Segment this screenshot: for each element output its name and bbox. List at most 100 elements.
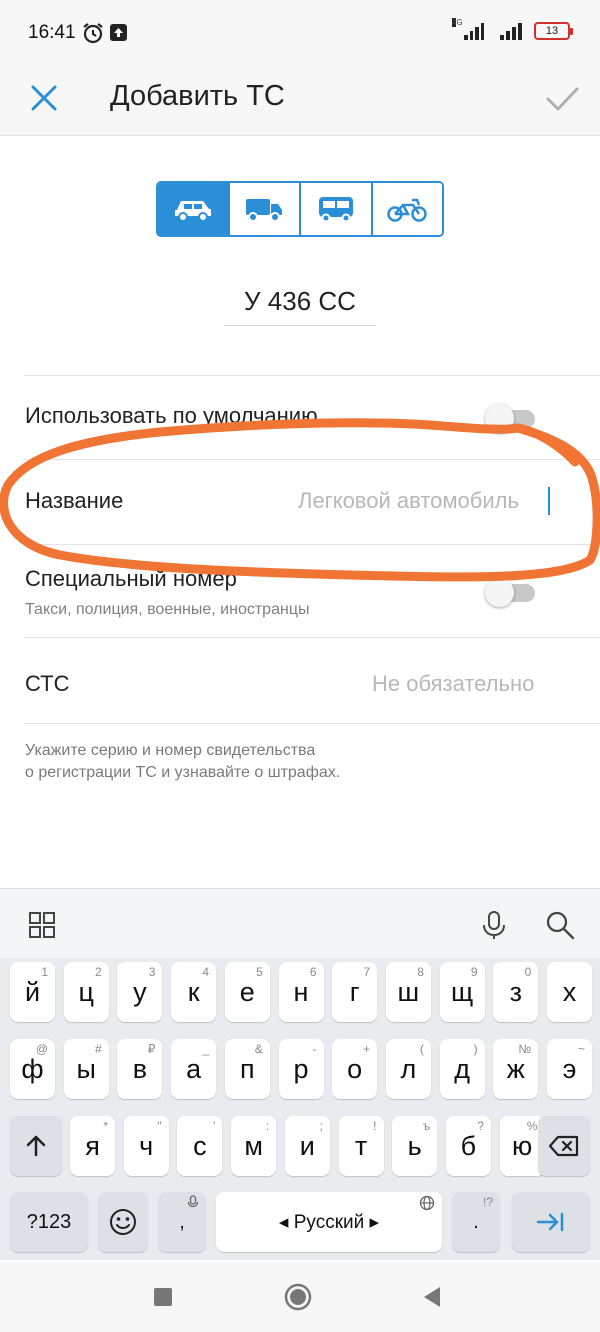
key-х[interactable]: х <box>547 962 592 1022</box>
vehicle-type-selector <box>156 181 444 237</box>
period-key-label: . <box>473 1210 479 1233</box>
home-circle-icon <box>284 1283 312 1311</box>
key-г[interactable]: г7 <box>332 962 378 1022</box>
key-е[interactable]: е5 <box>224 962 270 1022</box>
key-о-label: о <box>347 1053 363 1084</box>
key-а-hint: _ <box>202 1042 210 1056</box>
check-icon <box>546 87 579 111</box>
status-bar: 16:41 4G 13 <box>0 0 600 62</box>
emoji-key[interactable] <box>98 1192 148 1252</box>
key-л[interactable]: л( <box>385 1039 431 1099</box>
sts-input[interactable]: Не обязательно <box>372 671 534 697</box>
page-title: Добавить ТС <box>110 80 285 112</box>
shift-key[interactable] <box>10 1116 62 1176</box>
key-н[interactable]: н6 <box>278 962 324 1022</box>
key-ь[interactable]: ьъ <box>392 1116 438 1176</box>
back-button[interactable] <box>418 1282 448 1312</box>
keyboard: й 1 ц 2 у 3 к 4 е 5 н 6 г 7 ш 8 щ 9 з 0 х ф @ ы # в ₽ а _ п & р - о + л(д) ж… <box>0 888 600 1260</box>
key-о[interactable]: о + <box>332 1039 378 1099</box>
apps-grid-icon <box>29 912 55 938</box>
key-ю-label: ю <box>511 1130 533 1161</box>
key-м-hint: : <box>265 1119 270 1133</box>
vehicle-type-truck[interactable] <box>227 183 299 235</box>
period-key[interactable]: .!? <box>452 1192 500 1252</box>
home-button[interactable] <box>283 1282 313 1312</box>
plate-number-input[interactable]: У 436 СС <box>224 286 376 326</box>
status-indicators: 4G 13 <box>452 18 573 40</box>
key-з[interactable]: з0 <box>493 962 539 1022</box>
key-а[interactable]: а _ <box>171 1039 217 1099</box>
key-о-hint: + <box>363 1042 371 1056</box>
vehicle-type-motorcycle[interactable] <box>370 183 442 235</box>
recents-button[interactable] <box>148 1282 178 1312</box>
sts-hint-line1: Укажите серию и номер свидетельства <box>25 742 316 759</box>
key-ы-hint: # <box>95 1042 102 1056</box>
key-я[interactable]: я * <box>70 1116 115 1176</box>
annotation-circle <box>0 418 600 582</box>
key-п[interactable]: п & <box>224 1039 270 1099</box>
voice-input-button[interactable] <box>476 907 512 943</box>
key-ф-label: ф <box>21 1053 44 1084</box>
emoji-icon <box>110 1209 136 1235</box>
key-л-label: л <box>400 1053 417 1084</box>
key-ч[interactable]: ч " <box>123 1116 169 1176</box>
key-т[interactable]: т! <box>338 1116 384 1176</box>
key-в[interactable]: в ₽ <box>117 1039 163 1099</box>
key-р-label: р <box>293 1053 309 1084</box>
key-ш-label: ш <box>397 976 420 1007</box>
shift-icon <box>26 1135 46 1157</box>
vehicle-type-car[interactable] <box>158 183 228 235</box>
keyboard-search-button[interactable] <box>542 907 578 943</box>
navigation-bar <box>0 1262 600 1332</box>
vehicle-type-bus[interactable] <box>299 183 371 235</box>
keyboard-toolbar <box>0 888 600 958</box>
search-icon <box>546 911 575 940</box>
key-й[interactable]: й1 <box>10 962 55 1022</box>
key-щ[interactable]: щ9 <box>439 962 485 1022</box>
back-triangle-icon <box>424 1287 440 1307</box>
space-key[interactable]: ◂ Русский ▸ <box>216 1192 442 1252</box>
key-ш[interactable]: ш8 <box>385 962 431 1022</box>
key-с[interactable]: с ' <box>177 1116 223 1176</box>
key-ы[interactable]: ы # <box>63 1039 109 1099</box>
special-number-subtitle: Такси, полиция, военные, иностранцы <box>25 601 310 618</box>
key-с-hint: ' <box>213 1119 216 1133</box>
status-time: 16:41 <box>28 22 76 43</box>
key-и[interactable]: и; <box>284 1116 330 1176</box>
key-э[interactable]: э ~ <box>547 1039 592 1099</box>
confirm-button[interactable] <box>540 78 584 118</box>
key-р[interactable]: р- <box>278 1039 324 1099</box>
apps-button[interactable] <box>24 907 60 943</box>
key-ж[interactable]: ж № <box>493 1039 539 1099</box>
key-п-label: п <box>239 1053 255 1084</box>
key-м-label: м <box>244 1130 263 1161</box>
divider <box>24 637 600 638</box>
key-ч-label: ч <box>139 1130 154 1161</box>
key-к[interactable]: к4 <box>171 962 217 1022</box>
key-я-hint: * <box>103 1119 108 1133</box>
enter-key[interactable] <box>512 1192 590 1252</box>
numbers-key[interactable]: ?123 <box>10 1192 88 1252</box>
key-э-hint: ~ <box>577 1042 585 1056</box>
key-н-label: н <box>293 976 309 1007</box>
close-button[interactable] <box>24 78 64 118</box>
key-а-label: а <box>186 1053 202 1084</box>
key-ь-label: ь <box>407 1130 422 1161</box>
key-б[interactable]: б? <box>445 1116 491 1176</box>
key-ы-label: ы <box>76 1053 96 1084</box>
signal-icon: 4G <box>452 18 484 40</box>
globe-icon <box>419 1195 435 1214</box>
key-т-hint: ! <box>373 1119 377 1133</box>
key-ц[interactable]: ц2 <box>63 962 109 1022</box>
signal-icon-2 <box>494 22 524 40</box>
key-м[interactable]: м: <box>231 1116 277 1176</box>
key-щ-hint: 9 <box>470 965 478 979</box>
key-д-hint: ) <box>473 1042 478 1056</box>
comma-key[interactable]: , <box>158 1192 206 1252</box>
key-ф[interactable]: ф @ <box>10 1039 55 1099</box>
key-у[interactable]: у3 <box>117 962 163 1022</box>
key-й-label: й <box>24 976 41 1007</box>
key-д[interactable]: д) <box>439 1039 485 1099</box>
backspace-key[interactable] <box>538 1116 590 1176</box>
alarm-icon <box>83 23 103 44</box>
